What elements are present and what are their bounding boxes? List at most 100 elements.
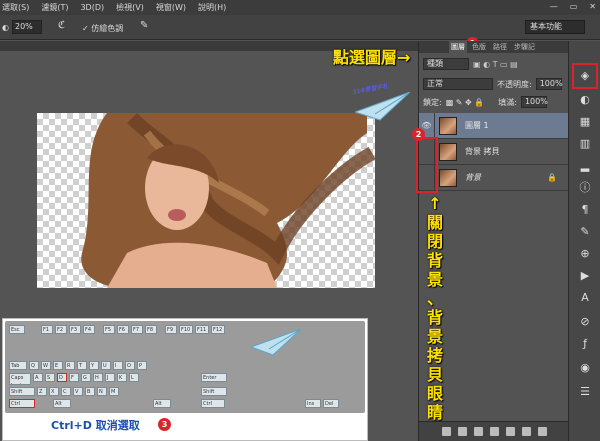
layer-row-background[interactable]: 背景 🔒 bbox=[419, 164, 569, 191]
key-m: M bbox=[109, 387, 119, 396]
actions-icon[interactable]: ▶ bbox=[578, 269, 592, 283]
paper-plane-icon bbox=[251, 329, 301, 356]
folder-icon[interactable] bbox=[505, 427, 515, 436]
key-f5: F5 bbox=[103, 325, 115, 334]
blend-mode-select[interactable]: 正常 bbox=[423, 78, 493, 90]
hair-model-photo bbox=[81, 113, 375, 288]
key-f4: F4 bbox=[83, 325, 95, 334]
layer-row-background-copy[interactable]: 背景 拷貝 bbox=[419, 138, 569, 165]
key-e: E bbox=[53, 361, 63, 370]
minimize-button[interactable]: — bbox=[550, 2, 558, 11]
shortcut-caption: Ctrl+D 取消選取 bbox=[51, 419, 140, 432]
airbrush-icon[interactable]: ℭ bbox=[58, 20, 65, 31]
key-z: Z bbox=[37, 387, 47, 396]
keyboard-body: Esc F1 F2 F3 F4 F5 F6 F7 F8 F9 F10 F11 F… bbox=[5, 321, 365, 413]
key-ins: Ins bbox=[305, 399, 321, 408]
new-layer-icon[interactable] bbox=[521, 427, 531, 436]
panel-footer bbox=[419, 421, 569, 441]
key-p: P bbox=[137, 361, 147, 370]
workspace-select[interactable]: 基本功能 bbox=[525, 20, 585, 34]
zoom-field[interactable]: 20% bbox=[12, 20, 42, 34]
key-c: C bbox=[61, 387, 71, 396]
tab-layers[interactable]: 圖層 bbox=[449, 41, 467, 53]
menu-3d[interactable]: 3D(D) bbox=[80, 3, 104, 12]
key-s: S bbox=[45, 373, 55, 382]
lock-label: 鎖定: bbox=[423, 97, 442, 107]
key-f8: F8 bbox=[145, 325, 157, 334]
tab-channels[interactable]: 色版 bbox=[470, 41, 488, 53]
key-shift-right: Shift bbox=[201, 387, 227, 396]
key-enter: Enter bbox=[201, 373, 227, 382]
menu-view[interactable]: 檢視(V) bbox=[116, 2, 144, 13]
fx-icon[interactable] bbox=[457, 427, 467, 436]
clone-source-icon[interactable]: ⊕ bbox=[578, 247, 592, 261]
options-bar: ◐ 20% ℭ ✓ 仿繪色調 ✎ 基本功能 bbox=[0, 15, 600, 40]
select-layer-label: 點選圖層→ bbox=[333, 48, 411, 67]
key-f1: F1 bbox=[41, 325, 53, 334]
opacity-field[interactable]: 100% bbox=[535, 78, 563, 90]
tool-presets-icon[interactable]: ◉ bbox=[578, 361, 592, 375]
navigator-icon[interactable]: ☰ bbox=[578, 385, 592, 399]
key-shift-left: Shift bbox=[9, 387, 35, 396]
key-l: L bbox=[129, 373, 139, 382]
lock-icon: 🔒 bbox=[547, 173, 557, 182]
key-f7: F7 bbox=[131, 325, 143, 334]
layer-name: 背景 bbox=[465, 173, 481, 182]
lock-icons[interactable]: ▩ ✎ ✥ 🔒 bbox=[446, 98, 485, 107]
panel-icon-strip: ◈ ◐ ▦ ▥ ▂ ⓘ ¶ ✎ ⊕ ▶ A ⊘ ƒ ◉ ☰ bbox=[568, 41, 600, 441]
menu-select[interactable]: 選取(S) bbox=[2, 2, 29, 13]
character-icon[interactable]: A bbox=[578, 291, 592, 305]
paragraph-icon[interactable]: ¶ bbox=[578, 203, 592, 217]
menu-help[interactable]: 說明(H) bbox=[198, 2, 226, 13]
key-k: K bbox=[117, 373, 127, 382]
menu-filter[interactable]: 濾鏡(T) bbox=[41, 2, 68, 13]
maximize-button[interactable]: ▭ bbox=[570, 2, 578, 11]
key-f10: F10 bbox=[179, 325, 193, 334]
key-r: R bbox=[65, 361, 75, 370]
key-v: V bbox=[73, 387, 83, 396]
document-canvas[interactable] bbox=[37, 113, 375, 288]
kind-filter[interactable]: 種類 bbox=[423, 58, 469, 70]
brush-icon[interactable]: ◐ bbox=[2, 23, 9, 32]
styles-icon[interactable]: ⊘ bbox=[578, 315, 592, 329]
tab-paths[interactable]: 路徑 bbox=[491, 41, 509, 53]
info-icon[interactable]: ⓘ bbox=[578, 181, 592, 195]
eye-column-highlight bbox=[416, 137, 438, 193]
link-icon[interactable] bbox=[441, 427, 451, 436]
layer-thumbnail bbox=[439, 168, 457, 187]
close-button[interactable]: ✕ bbox=[589, 2, 596, 11]
tab-history[interactable]: 步驟記 bbox=[512, 41, 537, 53]
key-o: O bbox=[125, 361, 135, 370]
key-f2: F2 bbox=[55, 325, 67, 334]
mask-icon[interactable] bbox=[473, 427, 483, 436]
key-n: N bbox=[97, 387, 107, 396]
color-panel-icon[interactable]: ◐ bbox=[578, 93, 592, 107]
menu-window[interactable]: 視窗(W) bbox=[156, 2, 186, 13]
layers-panel-icon[interactable]: ◈ bbox=[578, 69, 592, 83]
key-t: T bbox=[77, 361, 87, 370]
key-f9: F9 bbox=[165, 325, 177, 334]
step-badge-3: 3 bbox=[158, 418, 171, 431]
paper-plane-icon bbox=[355, 92, 410, 121]
swatches-icon[interactable]: ▦ bbox=[578, 115, 592, 129]
key-i: I bbox=[113, 361, 123, 370]
keyboard-illustration: Esc F1 F2 F3 F4 F5 F6 F7 F8 F9 F10 F11 F… bbox=[2, 318, 368, 441]
key-w: W bbox=[41, 361, 51, 370]
filter-icons[interactable]: ▣ ◐ T ▭ ▤ bbox=[473, 60, 518, 69]
key-f: F bbox=[69, 373, 79, 382]
adjustments-icon[interactable]: ▥ bbox=[578, 137, 592, 151]
key-f11: F11 bbox=[195, 325, 209, 334]
layer-row-layer1[interactable]: 👁 圖層 1 bbox=[419, 112, 569, 139]
opacity-label: 不透明度: bbox=[497, 79, 532, 89]
adjustment-icon[interactable] bbox=[489, 427, 499, 436]
pressure-icon[interactable]: ✎ bbox=[140, 20, 148, 31]
layer-name: 背景 拷貝 bbox=[465, 147, 500, 156]
fx-panel-icon[interactable]: ƒ bbox=[578, 337, 592, 351]
trash-icon[interactable] bbox=[537, 427, 547, 436]
key-x: X bbox=[49, 387, 59, 396]
smoothing-checkbox[interactable]: ✓ 仿繪色調 bbox=[82, 23, 123, 34]
layer-name: 圖層 1 bbox=[465, 121, 489, 130]
brush-preset-icon[interactable]: ✎ bbox=[578, 225, 592, 239]
histogram-icon[interactable]: ▂ bbox=[578, 159, 592, 173]
fill-field[interactable]: 100% bbox=[520, 96, 548, 108]
